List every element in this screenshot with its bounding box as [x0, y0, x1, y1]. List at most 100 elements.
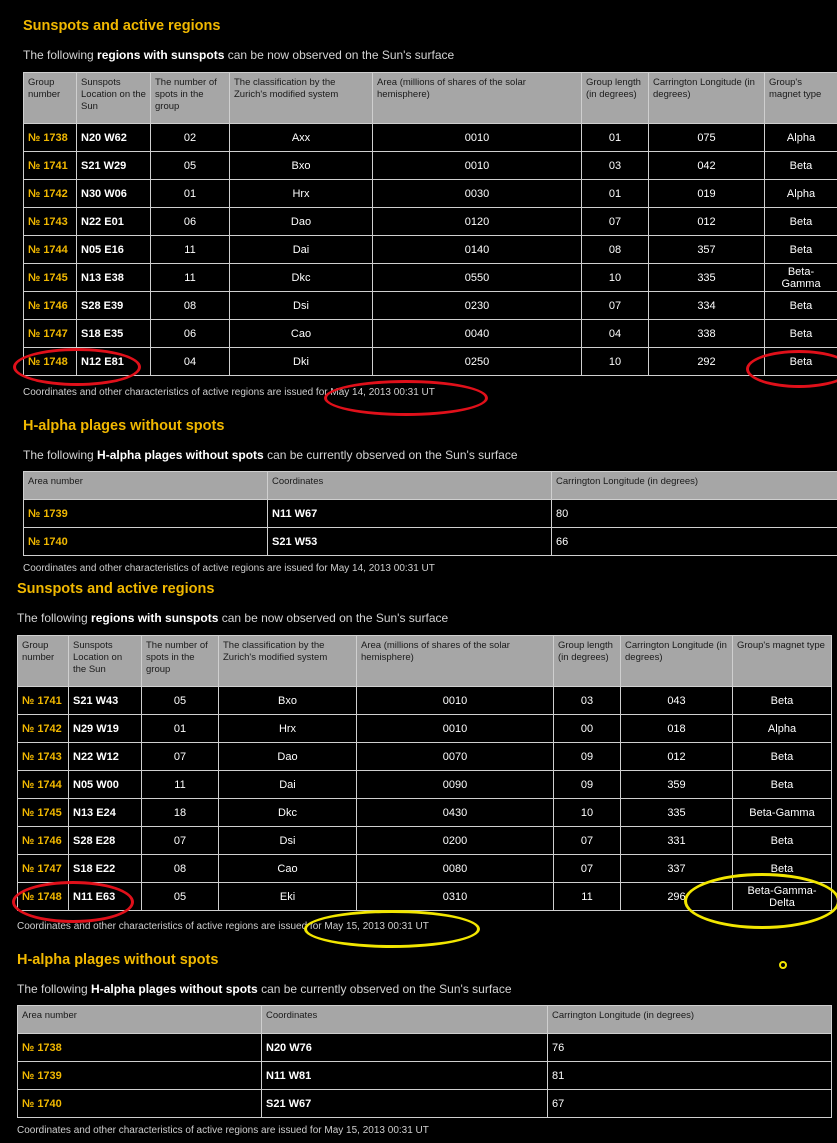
coordinates-cell: S18 E35	[76, 319, 151, 348]
table-cell: 11	[150, 235, 230, 264]
table-row: № 1741 S21 W43 05 Bxo 0010 03 043 Beta	[17, 686, 832, 715]
group-number-cell: № 1746	[23, 291, 77, 320]
column-header: Carrington Longitude (in degrees)	[648, 72, 765, 124]
table-row: № 1747 S18 E35 06 Cao 0040 04 338 Beta	[23, 319, 837, 348]
table-cell: 0200	[356, 826, 554, 855]
group-number-cell: № 1747	[23, 319, 77, 348]
table-row: № 1741 S21 W29 05 Bxo 0010 03 042 Beta	[23, 151, 837, 180]
table-cell: 337	[620, 854, 733, 883]
table-row: № 1742 N30 W06 01 Hrx 0030 01 019 Alpha	[23, 179, 837, 208]
table-cell: Beta	[732, 686, 832, 715]
column-header: Area number	[17, 1005, 262, 1034]
table-cell: 292	[648, 347, 765, 376]
table-cell: Dai	[218, 770, 357, 799]
coordinates-cell: N29 W19	[68, 714, 142, 743]
column-header: The classification by the Zurich's modif…	[218, 635, 357, 687]
coordinates-cell: S21 W43	[68, 686, 142, 715]
coordinates-cell: S18 E22	[68, 854, 142, 883]
table-row: № 1742 N29 W19 01 Hrx 0010 00 018 Alpha	[17, 714, 832, 743]
group-number-cell: № 1738	[23, 123, 77, 152]
coordinates-cell: N12 E81	[76, 347, 151, 376]
coordinates-cell: N05 E16	[76, 235, 151, 264]
intro-text: can be currently observed on the Sun's s…	[263, 448, 518, 462]
column-header: The number of spots in the group	[150, 72, 230, 124]
group-number-cell: № 1745	[23, 263, 77, 292]
table-cell: Hrx	[229, 179, 373, 208]
table-cell: 338	[648, 319, 765, 348]
group-number-cell: № 1748	[17, 882, 69, 911]
group-number-cell: № 1740	[23, 527, 268, 556]
table-cell: 07	[141, 742, 219, 771]
table-cell: 05	[141, 882, 219, 911]
coordinates-cell: N05 W00	[68, 770, 142, 799]
intro-bold: regions with sunspots	[91, 611, 219, 625]
yellow-dot-annotation	[779, 961, 787, 969]
table-cell: 0140	[372, 235, 582, 264]
table-cell: 331	[620, 826, 733, 855]
table-cell: 043	[620, 686, 733, 715]
column-header: Carrington Longitude (in degrees)	[547, 1005, 832, 1034]
table-cell: Beta-Gamma	[764, 263, 837, 292]
table-cell: 08	[141, 854, 219, 883]
sunspots-title-1: Sunspots and active regions	[23, 18, 221, 34]
plages-intro-2: The following H-alpha plages without spo…	[17, 982, 512, 996]
table-row: № 1743 N22 W12 07 Dao 0070 09 012 Beta	[17, 742, 832, 771]
column-header: Sunspots Location on the Sun	[76, 72, 151, 124]
intro-text: The following	[23, 48, 98, 62]
table-cell: Beta-Gamma	[732, 798, 832, 827]
table-cell: Beta	[732, 826, 832, 855]
table-row: № 1740 S21 W53 66	[23, 527, 837, 556]
column-header: The classification by the Zurich's modif…	[229, 72, 373, 124]
table-row: № 1739 N11 W81 81	[17, 1061, 832, 1090]
red-ellipse-annotation	[324, 380, 488, 416]
coordinates-cell: N13 E24	[68, 798, 142, 827]
table-cell: Beta	[764, 347, 837, 376]
coordinates-cell: N22 E01	[76, 207, 151, 236]
sunspots-table-header: Group number Sunspots Location on the Sun…	[17, 635, 832, 687]
table-cell: 05	[141, 686, 219, 715]
table-cell: 01	[581, 179, 649, 208]
table-cell: Bxo	[218, 686, 357, 715]
plages-table-header: Area number Coordinates Carrington Longitu…	[23, 471, 837, 500]
table-row: № 1745 N13 E38 11 Dkc 0550 10 335 Beta-Gamma	[23, 263, 837, 292]
table-cell: 0070	[356, 742, 554, 771]
column-header: Group's magnet type	[764, 72, 837, 124]
table-cell: 018	[620, 714, 733, 743]
table-cell: Beta	[764, 235, 837, 264]
column-header: Group's magnet type	[732, 635, 832, 687]
table-cell: 334	[648, 291, 765, 320]
table-cell: 0430	[356, 798, 554, 827]
plages-table-1: Area number Coordinates Carrington Longitu…	[23, 471, 837, 556]
intro-text: can be now observed on the Sun's surface	[218, 611, 449, 625]
table-cell: 06	[150, 319, 230, 348]
table-cell: 0250	[372, 347, 582, 376]
group-number-cell: № 1743	[23, 207, 77, 236]
sunspots-intro-2: The following regions with sunspots can …	[17, 611, 448, 625]
table-cell: 09	[553, 770, 621, 799]
coordinates-cell: N11 E63	[68, 882, 142, 911]
sunspots-table-2: Group number Sunspots Location on the Sun…	[17, 635, 832, 911]
column-header: Area (millions of shares of the solar he…	[356, 635, 554, 687]
table-cell: 11	[141, 770, 219, 799]
sunspots-table-body: № 1738 N20 W62 02 Axx 0010 01 075 Alpha № 1741 S2…	[23, 123, 837, 376]
coordinates-cell: N20 W76	[261, 1033, 548, 1062]
table-cell: 335	[648, 263, 765, 292]
table-row: № 1738 N20 W62 02 Axx 0010 01 075 Alpha	[23, 123, 837, 152]
intro-text: The following	[17, 982, 92, 996]
sunspots-footer-2: Coordinates and other characteristics of…	[17, 921, 429, 932]
table-cell: Beta	[732, 770, 832, 799]
table-row: № 1748 N12 E81 04 Dki 0250 10 292 Beta	[23, 347, 837, 376]
table-cell: Alpha	[764, 123, 837, 152]
coordinates-cell: S28 E39	[76, 291, 151, 320]
column-header: Carrington Longitude (in degrees)	[620, 635, 733, 687]
group-number-cell: № 1739	[23, 499, 268, 528]
table-cell: 0080	[356, 854, 554, 883]
table-cell: 012	[620, 742, 733, 771]
table-cell: 01	[141, 714, 219, 743]
intro-bold: H-alpha plages without spots	[91, 982, 258, 996]
coordinates-cell: S21 W67	[261, 1089, 548, 1118]
coordinates-cell: N13 E38	[76, 263, 151, 292]
table-cell: 07	[141, 826, 219, 855]
table-cell: Dsi	[218, 826, 357, 855]
table-cell: Beta	[764, 151, 837, 180]
